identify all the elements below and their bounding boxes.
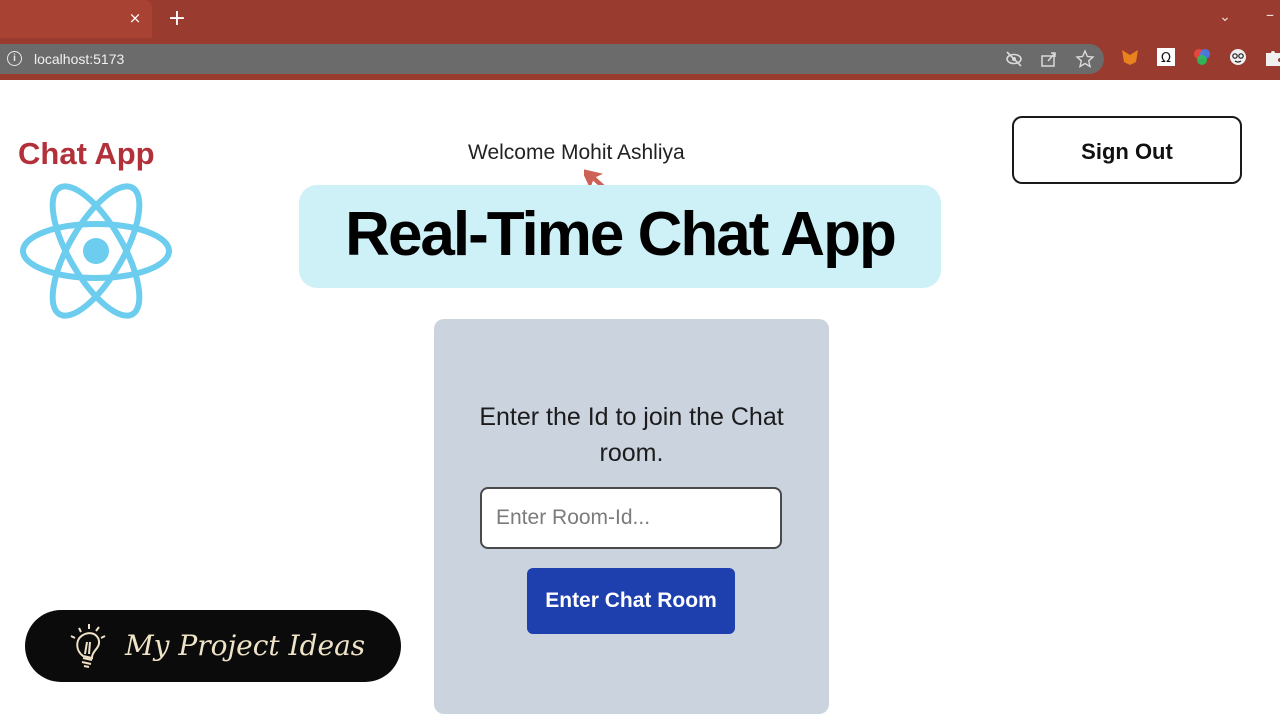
tab-search-icon[interactable]: ⌄ — [1214, 6, 1236, 28]
enter-chat-room-button[interactable]: Enter Chat Room — [527, 568, 735, 634]
colorful-extension-icon[interactable] — [1191, 46, 1213, 68]
star-icon[interactable] — [1074, 48, 1096, 70]
url-text[interactable]: localhost:5173 — [34, 50, 124, 68]
browser-toolbar: i localhost:5173 Ω — [0, 38, 1280, 80]
room-id-input[interactable] — [480, 487, 782, 549]
browser-tab-bar: × + ⌄ – — [0, 0, 1280, 38]
omega-extension-icon[interactable]: Ω — [1155, 46, 1177, 68]
share-icon[interactable] — [1038, 48, 1060, 70]
sign-out-button[interactable]: Sign Out — [1012, 116, 1242, 184]
puzzle-icon[interactable] — [1262, 46, 1280, 68]
new-tab-icon[interactable]: + — [166, 6, 188, 32]
svg-text:Ω: Ω — [1161, 51, 1171, 66]
fox-extension-icon[interactable] — [1119, 46, 1141, 68]
badge-text: My Project Ideas — [125, 629, 366, 662]
browser-tab-active[interactable]: × — [0, 0, 152, 38]
join-room-card: Enter the Id to join the Chat room. Ente… — [434, 319, 829, 714]
tab-close-icon[interactable]: × — [126, 8, 144, 28]
window-minimize-icon[interactable]: – — [1266, 4, 1280, 26]
join-room-prompt: Enter the Id to join the Chat room. — [479, 403, 784, 467]
lightbulb-icon — [59, 618, 119, 674]
address-bar[interactable]: i localhost:5173 — [0, 44, 1104, 74]
my-project-ideas-badge: My Project Ideas — [25, 610, 401, 682]
banner-title: Real-Time Chat App — [345, 200, 897, 269]
eye-off-icon[interactable] — [1003, 48, 1025, 70]
site-info-icon[interactable]: i — [7, 51, 22, 66]
brand-title: Chat App — [18, 136, 155, 171]
title-banner: Real-Time Chat App — [299, 185, 941, 288]
react-logo-icon — [18, 182, 174, 320]
face-extension-icon[interactable] — [1227, 46, 1249, 68]
